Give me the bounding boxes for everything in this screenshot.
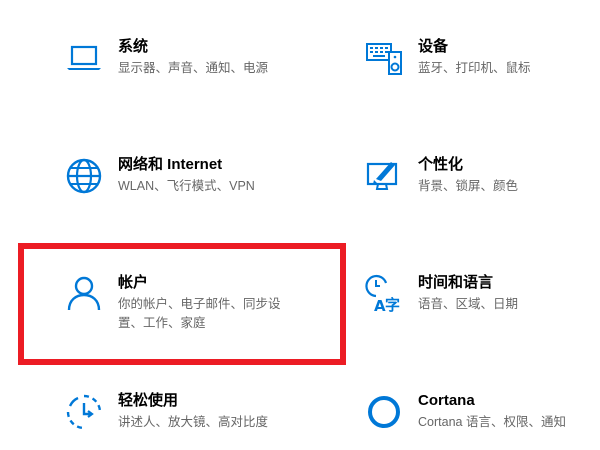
globe-icon <box>62 154 106 198</box>
tile-ease-of-access[interactable]: 轻松使用 讲述人、放大镜、高对比度 <box>62 390 268 434</box>
tile-personalization[interactable]: 个性化 背景、锁屏、颜色 <box>362 154 518 198</box>
time-language-icon: A 字 <box>362 272 406 316</box>
settings-grid: 系统 显示器、声音、通知、电源 设备 蓝牙、打印机、鼠标 网络和 Interne… <box>0 0 600 450</box>
keyboard-speaker-icon <box>362 36 406 80</box>
tile-description: Cortana 语言、权限、通知 <box>418 415 566 429</box>
tile-time-language[interactable]: A 字 时间和语言 语音、区域、日期 <box>362 272 518 316</box>
laptop-icon <box>62 36 106 80</box>
tile-system[interactable]: 系统 显示器、声音、通知、电源 <box>62 36 268 80</box>
tile-network-internet[interactable]: 网络和 Internet WLAN、飞行模式、VPN <box>62 154 255 198</box>
tile-description-line-2: 置、工作、家庭 <box>118 316 206 330</box>
tile-title: 个性化 <box>418 156 464 173</box>
tile-description: 显示器、声音、通知、电源 <box>118 61 269 75</box>
tile-title: 系统 <box>118 38 149 55</box>
tile-description: 语音、区域、日期 <box>418 297 519 311</box>
tile-title: 设备 <box>418 38 449 55</box>
cortana-icon <box>362 390 406 434</box>
tile-description: WLAN、飞行模式、VPN <box>118 179 255 193</box>
tile-title: Cortana <box>418 392 475 409</box>
svg-text:字: 字 <box>385 296 400 314</box>
tile-description: 背景、锁屏、颜色 <box>418 179 519 193</box>
tile-description: 你的帐户、电子邮件、同步设 <box>118 297 281 311</box>
tile-devices[interactable]: 设备 蓝牙、打印机、鼠标 <box>362 36 531 80</box>
tile-accounts[interactable]: 帐户 你的帐户、电子邮件、同步设 置、工作、家庭 <box>62 272 281 333</box>
person-icon <box>62 272 106 316</box>
tile-description: 蓝牙、打印机、鼠标 <box>418 61 531 75</box>
tile-title: 帐户 <box>118 274 149 291</box>
tile-description: 讲述人、放大镜、高对比度 <box>118 415 269 429</box>
tile-title: 轻松使用 <box>118 392 179 409</box>
tile-title: 时间和语言 <box>418 274 494 291</box>
tile-title: 网络和 Internet <box>118 156 223 173</box>
tile-cortana[interactable]: Cortana Cortana 语言、权限、通知 <box>362 390 566 434</box>
personalization-icon <box>362 154 406 198</box>
ease-of-access-icon <box>62 390 106 434</box>
